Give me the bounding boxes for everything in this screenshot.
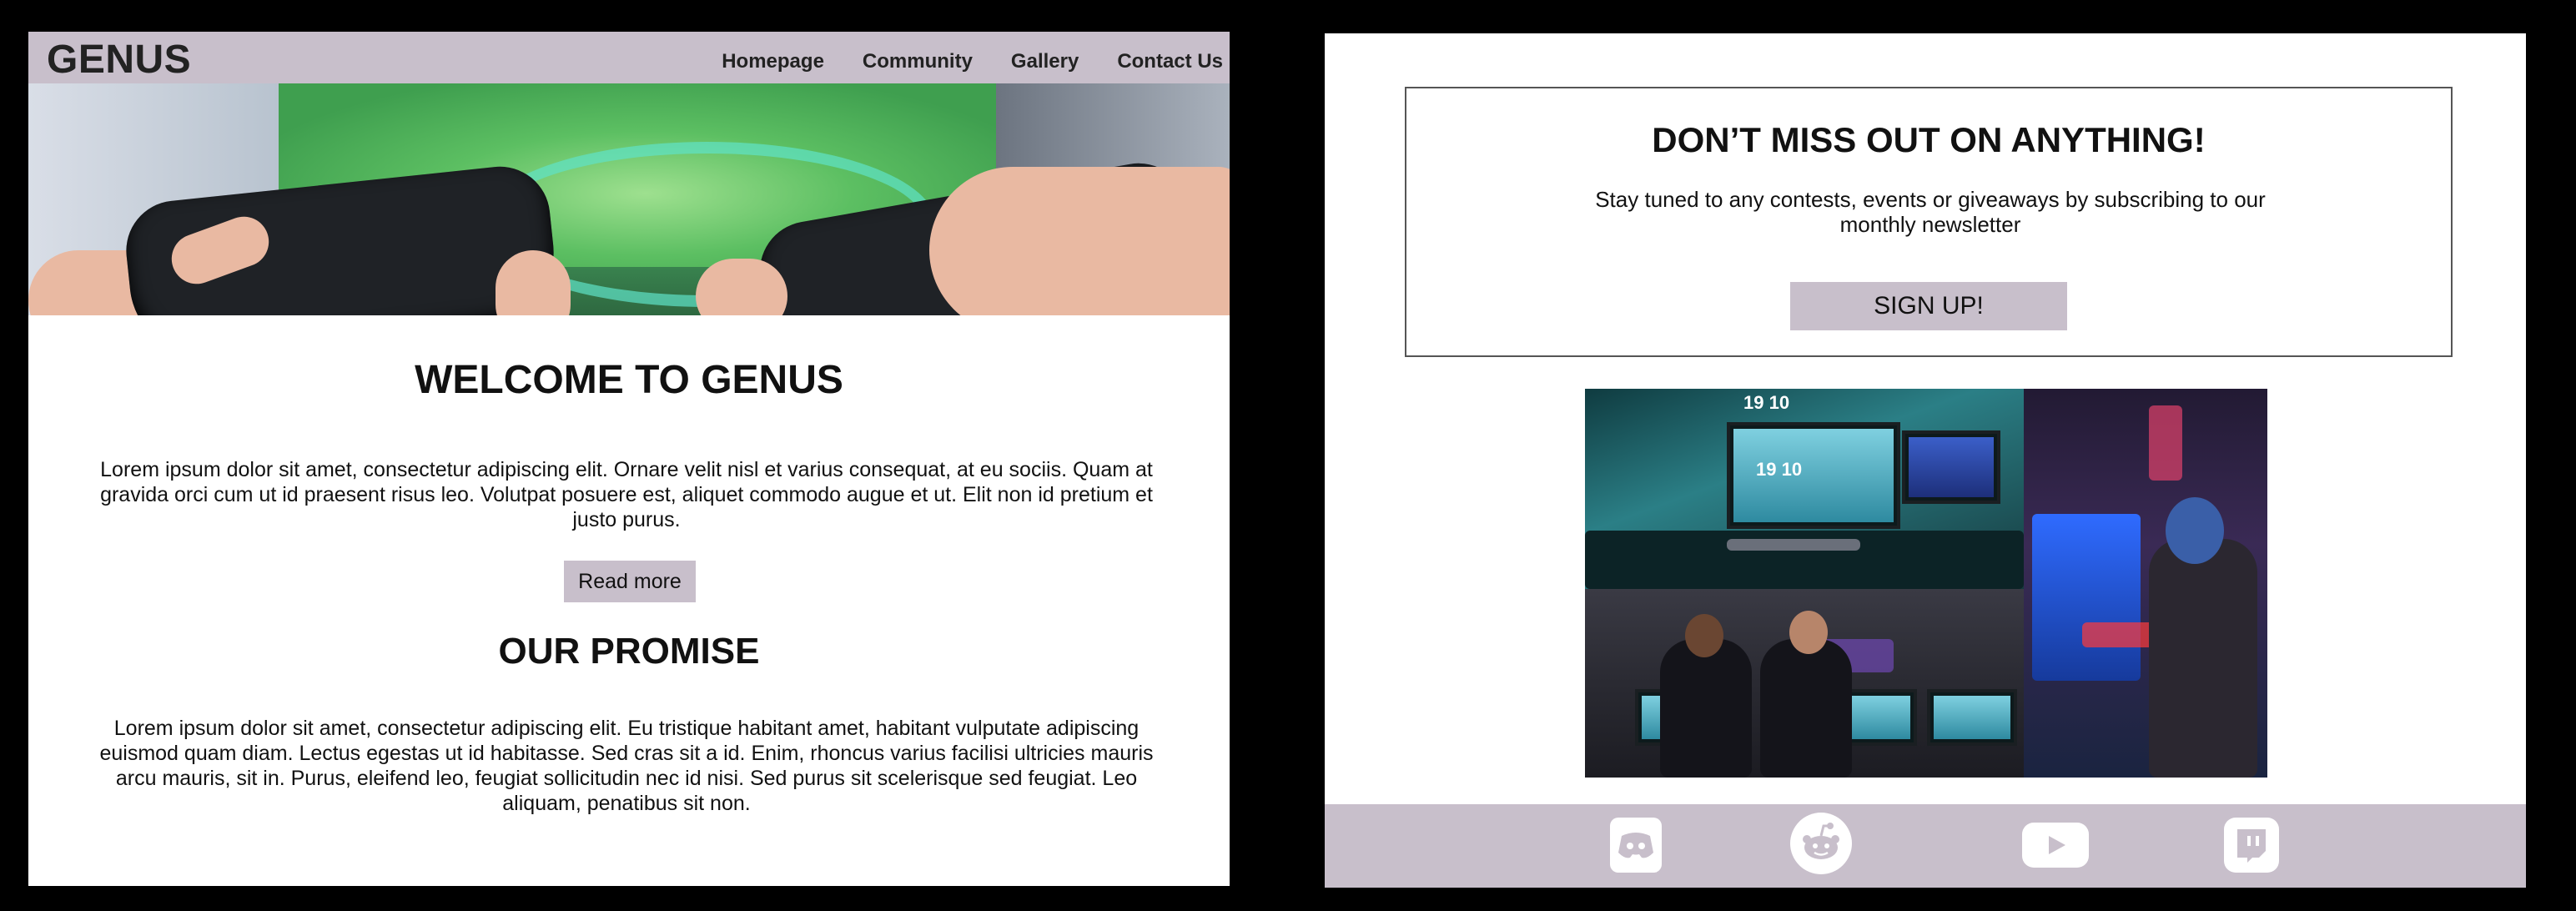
top-navbar: GENUS Homepage Community Gallery Contact… (28, 32, 1230, 83)
player-two (1760, 639, 1852, 778)
twitch-icon[interactable] (2224, 818, 2279, 873)
clock-display-screen: 19 10 (1756, 459, 1803, 480)
hero-image-gamepads (28, 83, 1230, 315)
player-one (1660, 639, 1752, 778)
monitor-side (1902, 430, 2000, 504)
welcome-heading: WELCOME TO GENUS (415, 358, 843, 402)
discord-icon[interactable] (1610, 818, 1662, 873)
newsletter-heading: DON’T MISS OUT ON ANYTHING! (1652, 120, 2206, 159)
newsletter-description: Stay tuned to any contests, events or gi… (1595, 187, 2266, 237)
reddit-icon[interactable] (1790, 813, 1852, 874)
sign-up-button[interactable]: SIGN UP! (1790, 282, 2067, 330)
neon-panel-blue (2032, 514, 2141, 681)
social-footer (1325, 804, 2526, 888)
promise-heading: OUR PROMISE (498, 631, 760, 672)
hand-right (929, 167, 1230, 315)
player-one-head (1685, 614, 1723, 657)
thumb-right-b (696, 259, 787, 315)
nav-link-homepage[interactable]: Homepage (722, 50, 824, 73)
gaming-photo-collage: 19 10 19 10 (1585, 389, 2267, 778)
keyboard-glow (1727, 539, 1860, 551)
clock-display-top: 19 10 (1743, 392, 1790, 413)
collage-photo-gaming-desk: 19 10 19 10 (1585, 389, 2024, 589)
person-gamer-girl (2149, 539, 2257, 778)
nav-link-contact-us[interactable]: Contact Us (1117, 50, 1223, 73)
newsletter-box: DON’T MISS OUT ON ANYTHING! Stay tuned t… (1405, 87, 2453, 357)
welcome-paragraph: Lorem ipsum dolor sit amet, consectetur … (100, 458, 1153, 531)
nav-link-gallery[interactable]: Gallery (1011, 50, 1079, 73)
monitor-main (1727, 422, 1900, 529)
nav-links: Homepage Community Gallery Contact Us (683, 50, 1223, 73)
neon-panel-pink (2149, 405, 2182, 481)
site-logo[interactable]: GENUS (47, 37, 191, 83)
promise-paragraph: Lorem ipsum dolor sit amet, consectetur … (99, 717, 1154, 815)
read-more-button[interactable]: Read more (564, 561, 696, 602)
collage-photo-gamer-girl (2024, 389, 2267, 778)
homepage-panel: GENUS Homepage Community Gallery Contact… (28, 32, 1230, 886)
player-two-head (1789, 611, 1828, 654)
collage-photo-players-celebrating (1585, 589, 2024, 778)
gamer-girl-head (2166, 497, 2224, 564)
newsletter-panel: DON’T MISS OUT ON ANYTHING! Stay tuned t… (1325, 33, 2526, 888)
youtube-icon[interactable] (2022, 823, 2089, 868)
nav-link-community[interactable]: Community (863, 50, 973, 73)
monitor-back-3 (1927, 689, 2017, 746)
